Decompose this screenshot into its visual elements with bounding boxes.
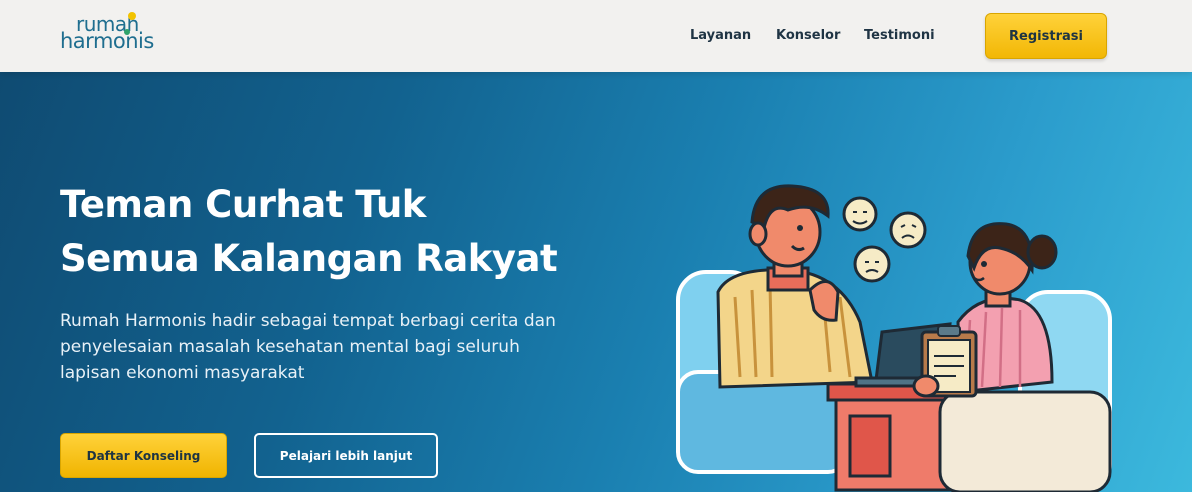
pelajari-lebih-lanjut-button[interactable]: Pelajari lebih lanjut [254, 433, 438, 478]
logo-dot-icon [128, 12, 136, 20]
hero-title-line-1: Teman Curhat Tuk [60, 183, 426, 226]
registrasi-button[interactable]: Registrasi [985, 13, 1107, 59]
hero-description: Rumah Harmonis hadir sebagai tempat berb… [60, 311, 556, 383]
hero-title: Teman Curhat Tuk Semua Kalangan Rakyat [60, 178, 620, 286]
clipboard-icon [912, 325, 978, 398]
nav-link-layanan[interactable]: Layanan [690, 28, 751, 43]
emotion-bubbles-icon [842, 196, 927, 283]
hero-title-line-2: Semua Kalangan Rakyat [60, 237, 558, 280]
navbar: rumah harmonis Layanan Konselor Testimon… [0, 0, 1192, 72]
daftar-konseling-button[interactable]: Daftar Konseling [60, 433, 227, 478]
nav-link-testimoni[interactable]: Testimoni [864, 28, 935, 43]
counseling-session-illustration [676, 184, 1112, 492]
logo-dot-icon [124, 29, 130, 35]
brand-line-2: harmonis [60, 29, 154, 53]
nav-link-konselor[interactable]: Konselor [776, 28, 840, 43]
hero-section: Teman Curhat Tuk Semua Kalangan Rakyat R… [0, 72, 1192, 492]
brand-logo[interactable]: rumah harmonis [60, 12, 180, 58]
